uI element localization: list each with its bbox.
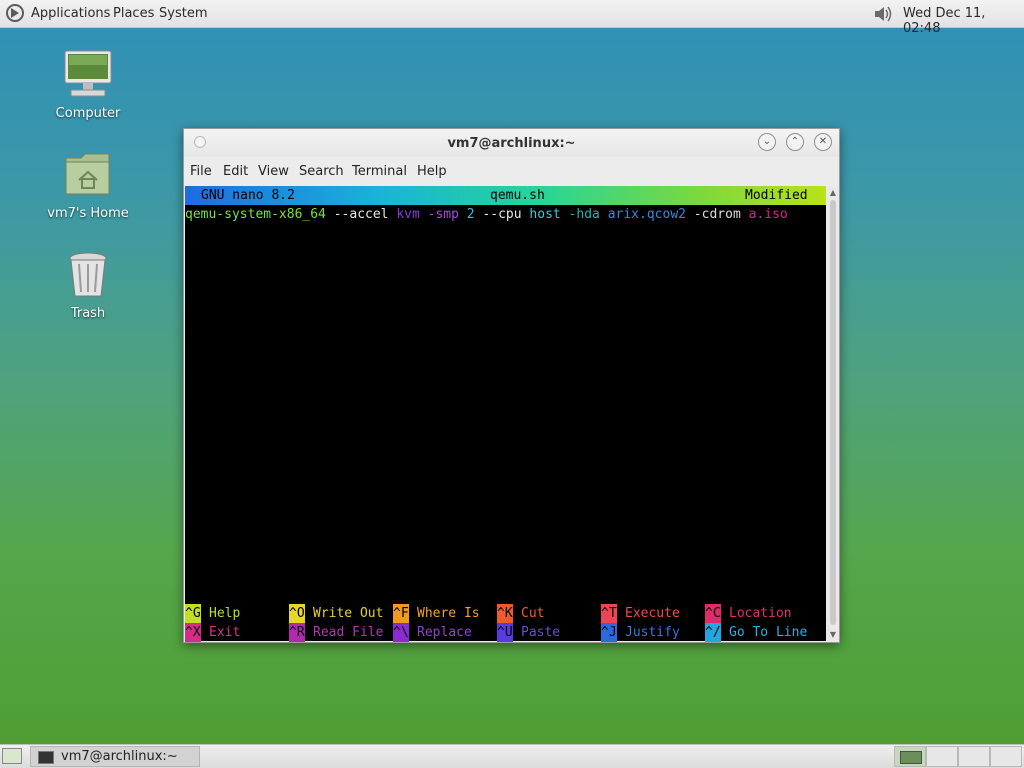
shortcut-label: Execute bbox=[625, 606, 680, 621]
editor-line[interactable]: qemu-system-x86_64 --accel kvm -smp 2 --… bbox=[185, 205, 788, 224]
shortcut-key: ^G bbox=[185, 604, 201, 623]
shortcut-key: ^F bbox=[393, 604, 409, 623]
menu-edit[interactable]: Edit bbox=[223, 164, 248, 179]
shortcut-label: Paste bbox=[521, 625, 561, 640]
menu-help[interactable]: Help bbox=[417, 164, 447, 179]
shortcut-label: Replace bbox=[417, 625, 472, 640]
syntax-token: host bbox=[529, 207, 561, 222]
shortcut-label: Exit bbox=[209, 625, 241, 640]
desktop-icon-label: Trash bbox=[70, 306, 106, 321]
desktop-icon-trash[interactable]: Trash bbox=[38, 250, 138, 321]
window-title: vm7@archlinux:~ bbox=[447, 136, 576, 151]
workspace-3[interactable] bbox=[958, 746, 990, 767]
syntax-token: a.iso bbox=[748, 207, 788, 222]
shortcut-key: ^U bbox=[497, 623, 513, 642]
shortcut-label: Write Out bbox=[313, 606, 384, 621]
nano-header: GNU nano 8.2 qemu.sh Modified bbox=[185, 186, 826, 205]
taskbar-item-terminal[interactable]: vm7@archlinux:~ bbox=[30, 746, 200, 767]
window-menubar: File Edit View Search Terminal Help bbox=[184, 159, 839, 183]
syntax-token: -hda bbox=[560, 207, 608, 222]
workspace-2[interactable] bbox=[926, 746, 958, 767]
trash-icon bbox=[69, 252, 107, 297]
nano-version: GNU nano 8.2 bbox=[201, 188, 295, 203]
syntax-token: -cdrom bbox=[685, 207, 749, 222]
volume-icon[interactable] bbox=[872, 4, 894, 24]
syntax-token: kvm bbox=[396, 207, 420, 222]
shortcut-key: ^\ bbox=[393, 623, 409, 642]
scroll-down-icon[interactable]: ▼ bbox=[829, 630, 837, 639]
syntax-token: -smp bbox=[419, 207, 467, 222]
maximize-button[interactable]: ⌃ bbox=[786, 133, 804, 151]
window-titlebar[interactable]: vm7@archlinux:~ ⌄ ⌃ ✕ bbox=[184, 129, 839, 157]
shortcut-label: Where Is bbox=[417, 606, 480, 621]
scrollbar-thumb[interactable] bbox=[830, 200, 836, 625]
nano-filename: qemu.sh bbox=[490, 188, 545, 203]
workspace-4[interactable] bbox=[990, 746, 1022, 767]
shortcut-label: Read File bbox=[313, 625, 384, 640]
menu-places[interactable]: Places bbox=[113, 6, 154, 21]
terminal-window: vm7@archlinux:~ ⌄ ⌃ ✕ File Edit View Sea… bbox=[183, 128, 840, 643]
clock[interactable]: Wed Dec 11, 02:48 bbox=[903, 6, 1024, 36]
workspace-1[interactable] bbox=[894, 746, 926, 767]
bottom-panel: vm7@archlinux:~ bbox=[0, 744, 1024, 768]
menu-view[interactable]: View bbox=[258, 164, 289, 179]
shortcut-label: Cut bbox=[521, 606, 545, 621]
menu-search[interactable]: Search bbox=[299, 164, 344, 179]
shortcut-label: Location bbox=[729, 606, 792, 621]
distro-logo-icon[interactable] bbox=[6, 4, 24, 22]
scroll-up-icon[interactable]: ▲ bbox=[829, 188, 837, 197]
shortcut-key: ^C bbox=[705, 604, 721, 623]
shortcut-key: ^/ bbox=[705, 623, 721, 642]
menu-terminal[interactable]: Terminal bbox=[352, 164, 407, 179]
minimize-button[interactable]: ⌄ bbox=[758, 133, 776, 151]
syntax-token: --accel bbox=[325, 207, 397, 222]
shortcut-label: Justify bbox=[625, 625, 680, 640]
shortcut-key: ^O bbox=[289, 604, 305, 623]
home-folder-icon bbox=[65, 153, 110, 195]
shortcut-key: ^J bbox=[601, 623, 617, 642]
syntax-token: arix.qcow2 bbox=[607, 207, 686, 222]
menu-applications[interactable]: Applications bbox=[31, 6, 110, 21]
show-desktop-icon[interactable] bbox=[2, 748, 22, 764]
terminal-icon bbox=[38, 751, 54, 764]
shortcut-label: Help bbox=[209, 606, 241, 621]
scrollbar[interactable]: ▲ ▼ bbox=[827, 186, 839, 641]
shortcut-key: ^K bbox=[497, 604, 513, 623]
nano-status: Modified bbox=[745, 188, 808, 203]
syntax-token: 2 bbox=[466, 207, 475, 222]
computer-icon bbox=[64, 50, 112, 97]
workspace-window-icon bbox=[900, 751, 922, 764]
desktop-icon-label: Computer bbox=[55, 106, 121, 121]
close-button[interactable]: ✕ bbox=[814, 133, 832, 151]
shortcut-key: ^R bbox=[289, 623, 305, 642]
desktop-icon-home[interactable]: vm7's Home bbox=[38, 150, 138, 221]
top-panel: Applications Places System Wed Dec 11, 0… bbox=[0, 0, 1024, 36]
menu-file[interactable]: File bbox=[190, 164, 212, 179]
taskbar-item-label: vm7@archlinux:~ bbox=[61, 749, 178, 764]
desktop-icon-computer[interactable]: Computer bbox=[38, 50, 138, 121]
syntax-token: --cpu bbox=[474, 207, 530, 222]
desktop-icon-label: vm7's Home bbox=[47, 206, 129, 221]
shortcut-key: ^T bbox=[601, 604, 617, 623]
menu-system[interactable]: System bbox=[159, 6, 207, 21]
shortcut-key: ^X bbox=[185, 623, 201, 642]
terminal-area[interactable]: GNU nano 8.2 qemu.sh Modified qemu-syste… bbox=[185, 186, 826, 642]
syntax-token: qemu-system-x86_64 bbox=[185, 207, 326, 222]
shortcut-label: Go To Line bbox=[729, 625, 808, 640]
